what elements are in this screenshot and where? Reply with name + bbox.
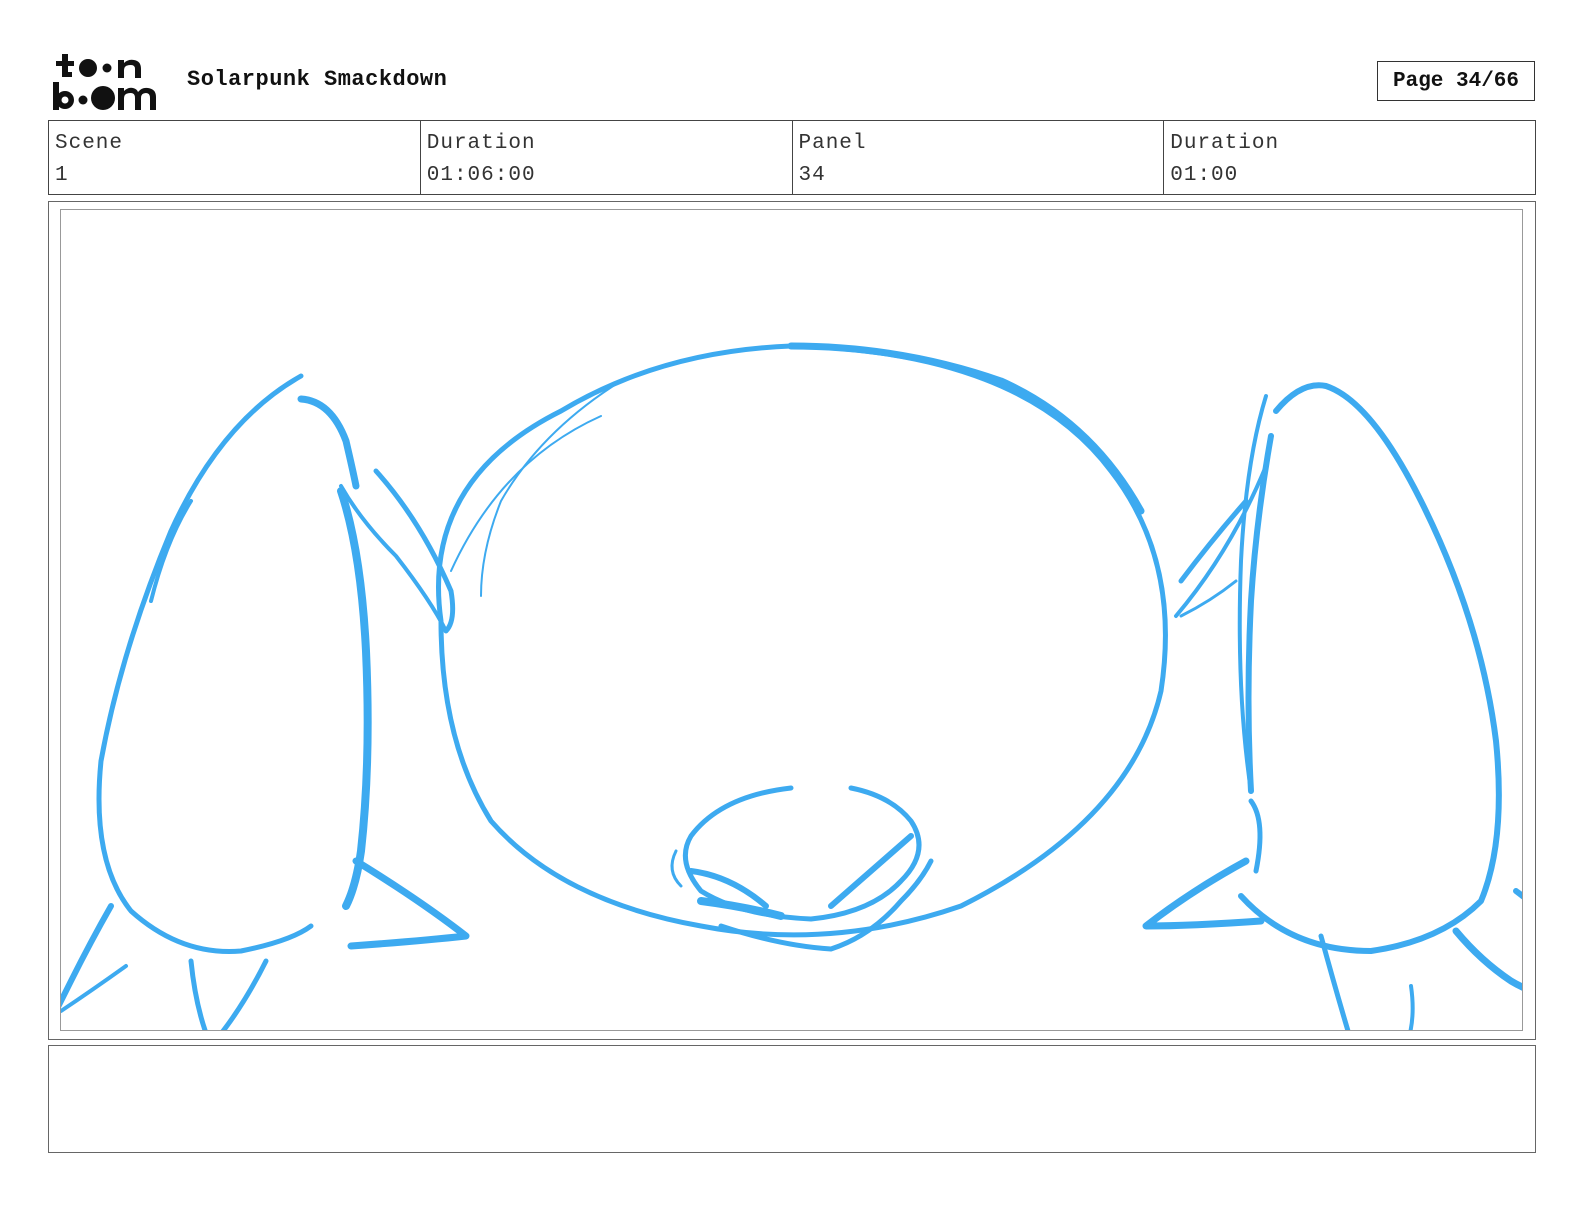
- sketch-left-hand-stroke: [149, 499, 193, 603]
- sketch-head-stroke: [436, 343, 1168, 938]
- panel-drawing-area: [60, 209, 1523, 1031]
- sketch-left-hand-stroke: [337, 487, 372, 910]
- panel-info-row: Scene 1 Duration 01:06:00 Panel 34 Durat…: [48, 120, 1536, 195]
- sketch-left-hand-stroke: [61, 964, 128, 1013]
- scene-duration-value: 01:06:00: [426, 164, 536, 187]
- sketch-right-hand-stroke: [1245, 433, 1274, 794]
- page-indicator: Page 34/66: [1377, 61, 1535, 101]
- sketch-left-hand-stroke: [297, 395, 360, 490]
- sketch-head-stroke: [787, 342, 1145, 515]
- scene-value: 1: [55, 164, 69, 187]
- sketch-right-hand-stroke: [1142, 857, 1265, 930]
- sketch-right-hand-stroke: [1408, 984, 1415, 1030]
- sketch-face-stroke: [828, 833, 914, 909]
- panel-duration-value: 01:00: [1170, 164, 1239, 187]
- sketch-left-hand-stroke: [188, 958, 269, 1030]
- sketch-right-hand-stroke: [1513, 888, 1522, 900]
- toon-boom-logo: [52, 52, 164, 112]
- scene-duration-cell: Duration 01:06:00: [421, 121, 793, 194]
- panel-duration-cell: Duration 01:00: [1164, 121, 1535, 194]
- sketch-left-hand-stroke: [347, 857, 470, 950]
- sketch-face-stroke: [697, 897, 785, 920]
- panel-notes-box: [48, 1045, 1536, 1153]
- sketch-right-hand-stroke: [1248, 798, 1263, 874]
- panel-value: 34: [798, 164, 826, 187]
- sketch-face-stroke: [682, 785, 922, 922]
- sketch-head-stroke: [450, 415, 602, 572]
- sketch-left-hand-stroke: [96, 373, 314, 954]
- panel-cell: Panel 34: [793, 121, 1165, 194]
- project-title: Solarpunk Smackdown: [187, 67, 448, 92]
- sketch-right-hand-stroke: [1452, 927, 1522, 991]
- sketch-face-stroke: [670, 849, 683, 888]
- panel-label: Panel: [798, 132, 867, 155]
- sketch-right-hand-stroke: [1238, 382, 1502, 954]
- sketch-drawing: [61, 342, 1522, 1030]
- scene-duration-label: Duration: [426, 132, 536, 155]
- scene-cell: Scene 1: [49, 121, 421, 194]
- scene-label: Scene: [55, 132, 124, 155]
- panel-duration-label: Duration: [1170, 132, 1280, 155]
